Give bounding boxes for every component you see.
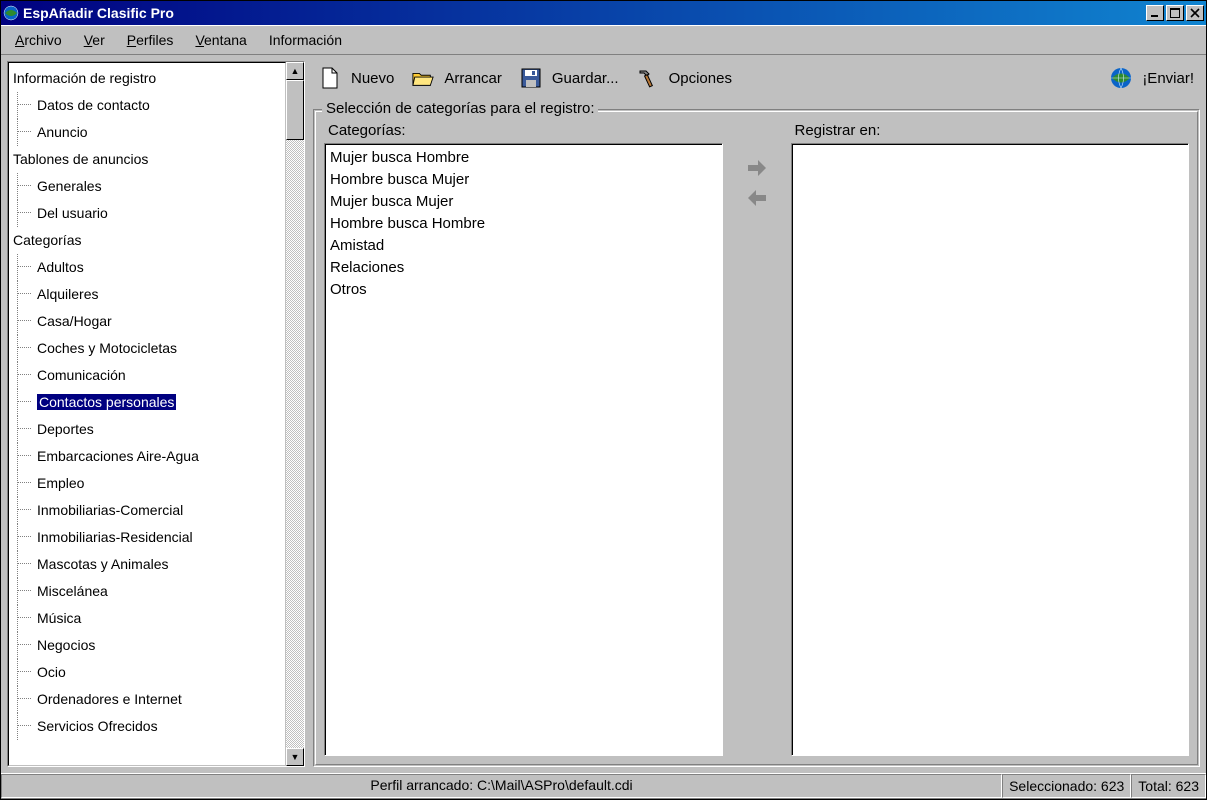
options-label: Opciones: [669, 70, 732, 87]
tree-view[interactable]: Información de registro Datos de contact…: [8, 62, 286, 766]
categories-listbox[interactable]: Mujer busca Hombre Hombre busca Mujer Mu…: [324, 143, 723, 756]
tree-item-miscelanea[interactable]: Miscelánea: [9, 578, 285, 605]
tree-item-alquileres[interactable]: Alquileres: [9, 281, 285, 308]
tree-item-inmobiliarias-residencial[interactable]: Inmobiliarias-Residencial: [9, 524, 285, 551]
menu-archivo[interactable]: Archivo: [7, 29, 70, 51]
menu-perfiles[interactable]: Perfiles: [119, 29, 182, 51]
tree-item-comunicacion[interactable]: Comunicación: [9, 362, 285, 389]
main-panel: Nuevo Arrancar Guardar... Opciones: [313, 61, 1200, 767]
register-label: Registrar en:: [795, 122, 1190, 139]
save-label: Guardar...: [552, 70, 619, 87]
options-button[interactable]: Opciones: [637, 67, 732, 89]
hammer-icon: [637, 67, 659, 89]
new-button[interactable]: Nuevo: [319, 67, 394, 89]
categories-label: Categorías:: [328, 122, 723, 139]
tree-root-registro[interactable]: Información de registro: [9, 65, 285, 92]
tree-panel: Información de registro Datos de contact…: [7, 61, 305, 767]
client-area: Información de registro Datos de contact…: [1, 55, 1206, 773]
transfer-buttons: [737, 116, 777, 756]
toolbar: Nuevo Arrancar Guardar... Opciones: [313, 61, 1200, 95]
register-column: Registrar en:: [791, 116, 1190, 756]
list-item[interactable]: Mujer busca Hombre: [330, 147, 718, 169]
scroll-track[interactable]: [286, 140, 304, 748]
app-icon: [3, 5, 19, 21]
open-label: Arrancar: [444, 70, 502, 87]
tree-item-ocio[interactable]: Ocio: [9, 659, 285, 686]
tree-item-embarcaciones[interactable]: Embarcaciones Aire-Agua: [9, 443, 285, 470]
new-file-icon: [319, 67, 341, 89]
globe-icon: [1110, 67, 1132, 89]
window-controls: [1146, 5, 1204, 21]
group-title: Selección de categorías para el registro…: [322, 100, 598, 117]
list-item[interactable]: Hombre busca Hombre: [330, 213, 718, 235]
register-listbox[interactable]: [791, 143, 1190, 756]
tree-item-mascotas[interactable]: Mascotas y Animales: [9, 551, 285, 578]
tree-item-casa[interactable]: Casa/Hogar: [9, 308, 285, 335]
tree-item-inmobiliarias-comercial[interactable]: Inmobiliarias-Comercial: [9, 497, 285, 524]
list-item[interactable]: Mujer busca Mujer: [330, 191, 718, 213]
list-item[interactable]: Relaciones: [330, 257, 718, 279]
menubar: Archivo Ver Perfiles Ventana Información: [1, 25, 1206, 55]
send-button[interactable]: ¡Enviar!: [1110, 67, 1194, 89]
tree-item-coches[interactable]: Coches y Motocicletas: [9, 335, 285, 362]
tree-root-tablones[interactable]: Tablones de anuncios: [9, 146, 285, 173]
tree-item-datos-contacto[interactable]: Datos de contacto: [9, 92, 285, 119]
move-right-button[interactable]: [745, 158, 769, 178]
save-button[interactable]: Guardar...: [520, 67, 619, 89]
tree-item-servicios[interactable]: Servicios Ofrecidos: [9, 713, 285, 740]
window-title: EspAñadir Clasific Pro: [23, 5, 1146, 21]
scroll-down-button[interactable]: ▼: [286, 748, 304, 766]
close-button[interactable]: [1186, 5, 1204, 21]
list-item[interactable]: Otros: [330, 279, 718, 301]
menu-ver[interactable]: Ver: [76, 29, 113, 51]
scroll-up-button[interactable]: ▲: [286, 62, 304, 80]
tree-item-empleo[interactable]: Empleo: [9, 470, 285, 497]
tree-item-del-usuario[interactable]: Del usuario: [9, 200, 285, 227]
category-selection-group: Selección de categorías para el registro…: [313, 109, 1200, 767]
save-floppy-icon: [520, 67, 542, 89]
categories-column: Categorías: Mujer busca Hombre Hombre bu…: [324, 116, 723, 756]
open-button[interactable]: Arrancar: [412, 67, 502, 89]
tree-item-musica[interactable]: Música: [9, 605, 285, 632]
tree-root-categorias[interactable]: Categorías: [9, 227, 285, 254]
app-window: EspAñadir Clasific Pro Archivo Ver Perfi…: [0, 0, 1207, 800]
minimize-button[interactable]: [1146, 5, 1164, 21]
tree-item-anuncio[interactable]: Anuncio: [9, 119, 285, 146]
menu-informacion[interactable]: Información: [261, 29, 350, 51]
tree-item-generales[interactable]: Generales: [9, 173, 285, 200]
list-item[interactable]: Amistad: [330, 235, 718, 257]
tree-item-deportes[interactable]: Deportes: [9, 416, 285, 443]
tree-item-negocios[interactable]: Negocios: [9, 632, 285, 659]
tree-item-ordenadores[interactable]: Ordenadores e Internet: [9, 686, 285, 713]
new-label: Nuevo: [351, 70, 394, 87]
send-label: ¡Enviar!: [1142, 70, 1194, 87]
open-folder-icon: [412, 67, 434, 89]
tree-item-adultos[interactable]: Adultos: [9, 254, 285, 281]
menu-ventana[interactable]: Ventana: [187, 29, 254, 51]
scroll-thumb[interactable]: [286, 80, 304, 140]
titlebar[interactable]: EspAñadir Clasific Pro: [1, 1, 1206, 25]
maximize-button[interactable]: [1166, 5, 1184, 21]
list-item[interactable]: Hombre busca Mujer: [330, 169, 718, 191]
status-path: Perfil arrancado: C:\Mail\ASPro\default.…: [1, 774, 1002, 798]
move-left-button[interactable]: [745, 188, 769, 208]
tree-scrollbar[interactable]: ▲ ▼: [286, 62, 304, 766]
status-total: Total: 623: [1131, 774, 1206, 798]
status-selected: Seleccionado: 623: [1002, 774, 1131, 798]
tree-item-contactos-personales[interactable]: Contactos personales: [9, 389, 285, 416]
status-bar: Perfil arrancado: C:\Mail\ASPro\default.…: [1, 773, 1206, 799]
